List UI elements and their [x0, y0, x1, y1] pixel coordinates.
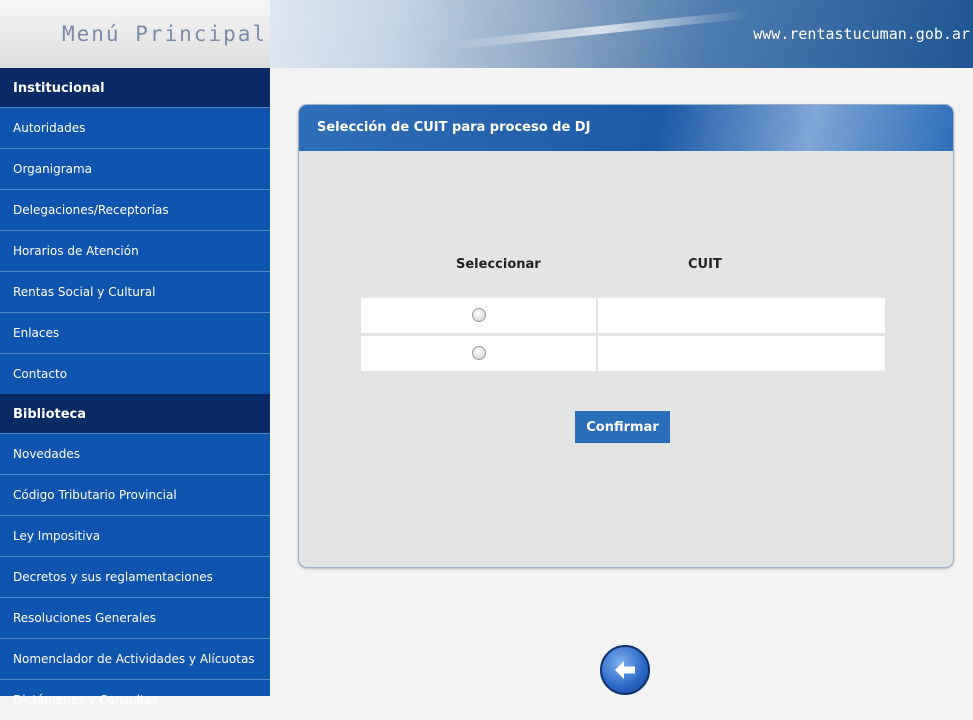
sidebar-item-nomenclador[interactable]: Nomenclador de Actividades y Alícuotas [0, 638, 270, 679]
sidebar-section-biblioteca: Biblioteca [0, 394, 270, 433]
sidebar-item-delegaciones[interactable]: Delegaciones/Receptorías [0, 189, 270, 230]
table-row [361, 336, 885, 371]
sidebar-item-contacto[interactable]: Contacto [0, 353, 270, 394]
cuit-selection-panel: Selección de CUIT para proceso de DJ Sel… [298, 104, 954, 568]
cuit-radio-button[interactable] [472, 346, 486, 360]
panel-title: Selección de CUIT para proceso de DJ [317, 120, 591, 135]
column-header-seleccionar: Seleccionar [456, 257, 541, 272]
sidebar-item-rentas-social[interactable]: Rentas Social y Cultural [0, 271, 270, 312]
sidebar-item-ley-impositiva[interactable]: Ley Impositiva [0, 515, 270, 556]
sidebar-item-codigo-tributario[interactable]: Código Tributario Provincial [0, 474, 270, 515]
sidebar-menu: Institucional Autoridades Organigrama De… [0, 68, 270, 707]
sidebar-item-resoluciones[interactable]: Resoluciones Generales [0, 597, 270, 638]
sidebar-item-horarios[interactable]: Horarios de Atención [0, 230, 270, 271]
sidebar-section-institucional: Institucional [0, 68, 270, 107]
cell-divider [596, 298, 598, 333]
back-arrow-icon [615, 661, 635, 679]
confirm-button[interactable]: Confirmar [575, 411, 670, 443]
table-row [361, 298, 885, 333]
sidebar-item-autoridades[interactable]: Autoridades [0, 107, 270, 148]
column-header-cuit: CUIT [688, 257, 722, 272]
site-banner: www.rentastucuman.gob.ar [270, 0, 973, 68]
cuit-radio-button[interactable] [472, 308, 486, 322]
sidebar-item-enlaces[interactable]: Enlaces [0, 312, 270, 353]
sidebar-item-novedades[interactable]: Novedades [0, 433, 270, 474]
sidebar-item-dictamenes[interactable]: Dictámenes y Consultas [0, 679, 270, 720]
menu-header: Menú Principal [0, 0, 270, 68]
back-button[interactable] [600, 645, 650, 695]
cell-divider [596, 336, 598, 371]
panel-header: Selección de CUIT para proceso de DJ [299, 105, 953, 151]
menu-title: Menú Principal [62, 22, 268, 46]
sidebar-item-organigrama[interactable]: Organigrama [0, 148, 270, 189]
site-url: www.rentastucuman.gob.ar [753, 25, 970, 43]
banner-decoration [450, 10, 750, 50]
sidebar-item-decretos[interactable]: Decretos y sus reglamentaciones [0, 556, 270, 597]
